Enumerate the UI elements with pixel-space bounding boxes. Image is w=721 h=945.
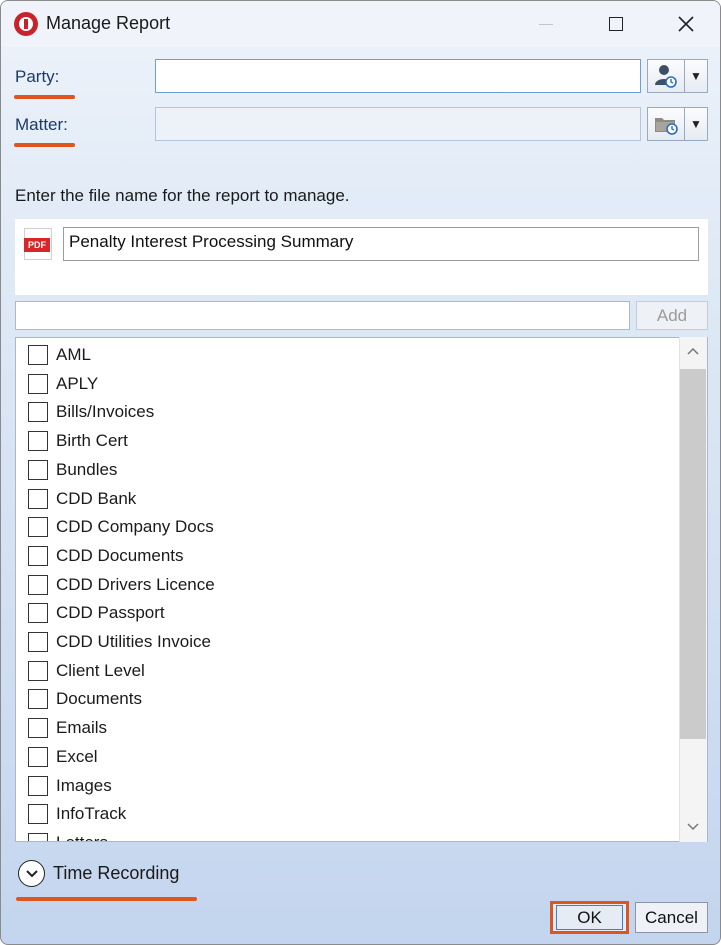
- category-checkbox[interactable]: [28, 603, 48, 624]
- minimize-icon: [539, 23, 553, 25]
- new-category-input[interactable]: [15, 301, 630, 330]
- list-item[interactable]: CDD Documents: [28, 544, 184, 568]
- category-label: InfoTrack: [56, 804, 127, 824]
- matter-picker-button[interactable]: [647, 107, 685, 141]
- title-bar: Manage Report: [1, 1, 720, 47]
- folder-search-icon: [655, 118, 678, 135]
- manage-report-dialog: Manage Report Party: ▼ Matter: ▼ Enter t…: [0, 0, 721, 945]
- category-label: Bundles: [56, 459, 118, 479]
- add-button[interactable]: Add: [636, 301, 708, 330]
- category-label: Images: [56, 775, 112, 795]
- list-item[interactable]: APLY: [28, 372, 98, 396]
- list-item[interactable]: CDD Bank: [28, 487, 136, 511]
- party-picker-button[interactable]: [647, 59, 685, 93]
- cancel-button[interactable]: Cancel: [635, 902, 708, 933]
- list-item[interactable]: CDD Passport: [28, 601, 165, 625]
- matter-label: Matter:: [15, 115, 68, 134]
- scroll-down-button[interactable]: [680, 815, 706, 839]
- category-checkbox[interactable]: [28, 459, 48, 480]
- category-label: CDD Company Docs: [56, 517, 214, 537]
- matter-dropdown-button[interactable]: ▼: [685, 107, 708, 141]
- category-label: Client Level: [56, 660, 145, 680]
- category-label: CDD Utilities Invoice: [56, 632, 211, 651]
- category-label: CDD Drivers Licence: [56, 574, 215, 594]
- category-checkbox[interactable]: [28, 718, 48, 739]
- file-name-input[interactable]: Penalty Interest Processing Summary: [63, 227, 699, 261]
- list-item[interactable]: Birth Cert: [28, 429, 128, 453]
- contact-search-icon: [655, 65, 677, 88]
- list-item[interactable]: Images: [28, 774, 112, 798]
- category-label: Birth Cert: [56, 431, 128, 451]
- category-label: Documents: [56, 689, 142, 709]
- ok-button[interactable]: OK: [550, 901, 629, 934]
- matter-label-highlight: [14, 143, 75, 147]
- pdf-icon: PDF: [24, 228, 52, 260]
- scroll-up-button[interactable]: [680, 339, 706, 363]
- chevron-down-icon: [25, 869, 38, 877]
- category-checkbox[interactable]: [28, 545, 48, 566]
- category-checkbox[interactable]: [28, 488, 48, 509]
- list-item[interactable]: Emails: [28, 716, 107, 740]
- list-item[interactable]: Bills/Invoices: [28, 400, 154, 424]
- category-checkbox[interactable]: [28, 345, 48, 365]
- category-label: Emails: [56, 718, 108, 738]
- chevron-down-icon: [687, 823, 699, 831]
- app-logo-icon: [14, 12, 38, 36]
- maximize-icon: [609, 17, 623, 31]
- category-list: AML APLY Bills/Invoices Birth Cert Bundles CD…: [15, 337, 708, 842]
- category-checkbox[interactable]: [28, 660, 48, 681]
- minimize-button[interactable]: [511, 1, 581, 47]
- list-item[interactable]: Excel: [28, 745, 98, 769]
- category-checkbox[interactable]: [28, 402, 48, 423]
- category-checkbox[interactable]: [28, 431, 48, 452]
- file-name-panel: PDF Penalty Interest Processing Summary: [15, 219, 708, 295]
- category-checkbox[interactable]: [28, 832, 48, 841]
- category-checkbox[interactable]: [28, 775, 48, 796]
- list-item[interactable]: Client Level: [28, 659, 145, 683]
- category-label: Letters: [56, 833, 108, 841]
- pdf-icon-label: PDF: [24, 238, 50, 252]
- time-recording-highlight: [16, 897, 197, 901]
- triangle-down-icon: ▼: [690, 69, 702, 83]
- list-item[interactable]: CDD Utilities Invoice: [28, 630, 211, 654]
- category-label: CDD Documents: [56, 545, 184, 565]
- maximize-button[interactable]: [581, 1, 651, 47]
- scroll-thumb[interactable]: [680, 369, 706, 739]
- list-item[interactable]: AML: [28, 343, 91, 367]
- list-item[interactable]: Letters: [28, 831, 108, 841]
- close-button[interactable]: [651, 1, 720, 47]
- category-checkbox[interactable]: [28, 804, 48, 825]
- category-checkbox[interactable]: [28, 632, 48, 652]
- category-list-scrollbar[interactable]: [679, 337, 707, 842]
- category-checkbox[interactable]: [28, 689, 48, 710]
- party-label-highlight: [14, 95, 75, 99]
- party-label: Party:: [15, 67, 60, 86]
- list-item[interactable]: InfoTrack: [28, 802, 126, 826]
- category-checkbox[interactable]: [28, 373, 48, 394]
- time-recording-label[interactable]: Time Recording: [53, 863, 179, 884]
- category-label: CDD Passport: [56, 603, 165, 623]
- close-icon: [678, 16, 694, 32]
- party-input[interactable]: [155, 59, 641, 93]
- window-title: Manage Report: [46, 13, 171, 33]
- category-checkbox[interactable]: [28, 746, 48, 767]
- category-label: Bills/Invoices: [56, 402, 155, 422]
- list-item[interactable]: Bundles: [28, 458, 117, 482]
- list-item[interactable]: CDD Company Docs: [28, 515, 214, 539]
- matter-input[interactable]: [155, 107, 641, 141]
- category-checkbox[interactable]: [28, 517, 48, 538]
- category-checkbox[interactable]: [28, 574, 48, 595]
- instruction-text: Enter the file name for the report to ma…: [15, 186, 350, 205]
- ok-button-label: OK: [556, 905, 623, 930]
- category-label: APLY: [56, 373, 99, 393]
- category-label: Excel: [56, 746, 98, 766]
- category-label: CDD Bank: [56, 488, 137, 508]
- list-item[interactable]: CDD Drivers Licence: [28, 573, 215, 597]
- chevron-up-icon: [687, 347, 699, 355]
- triangle-down-icon: ▼: [690, 117, 702, 131]
- list-item[interactable]: Documents: [28, 687, 142, 711]
- time-recording-expand-button[interactable]: [18, 860, 45, 887]
- party-dropdown-button[interactable]: ▼: [685, 59, 708, 93]
- category-label: AML: [56, 345, 91, 364]
